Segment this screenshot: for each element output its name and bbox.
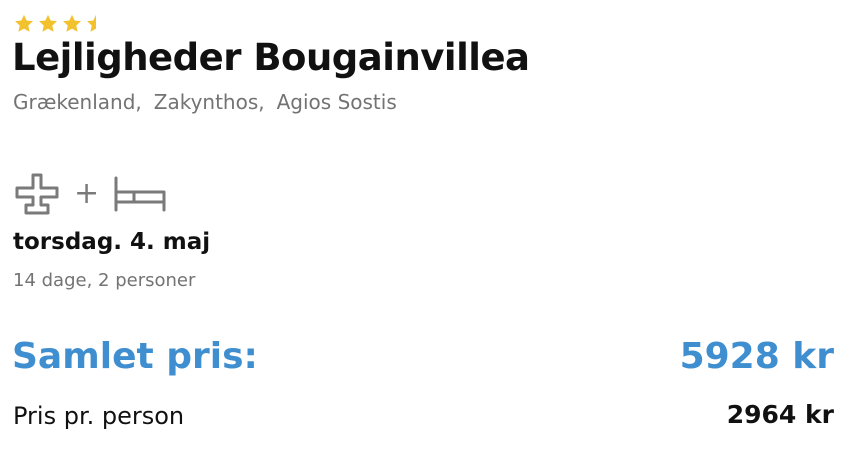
plus-sign: + [74,176,100,211]
location-region: Zakynthos, [153,90,265,114]
star-icon [63,14,81,32]
star-rating [13,13,107,35]
star-icon [15,14,33,32]
location-country: Grækenland, [13,90,142,114]
total-price-label: Samlet pris: [12,336,258,377]
hotel-offer-card: Lejligheder Bougainvillea Grækenland, Za… [0,0,856,450]
package-type: + [14,173,167,215]
bed-icon [114,176,166,212]
location-town: Agios Sostis [276,90,397,114]
per-person-price-label: Pris pr. person [13,402,185,430]
half-star-icon [87,14,96,32]
airplane-icon [15,173,59,215]
location-breadcrumb: Grækenland, Zakynthos, Agios Sostis [13,90,397,114]
per-person-price-value: 2964 kr [726,400,834,429]
hotel-name: Lejligheder Bougainvillea [12,36,530,79]
trip-details: 14 dage, 2 personer [13,270,196,291]
total-price-value: 5928 kr [679,336,834,377]
star-icon [39,14,57,32]
departure-date: torsdag. 4. maj [13,229,211,255]
